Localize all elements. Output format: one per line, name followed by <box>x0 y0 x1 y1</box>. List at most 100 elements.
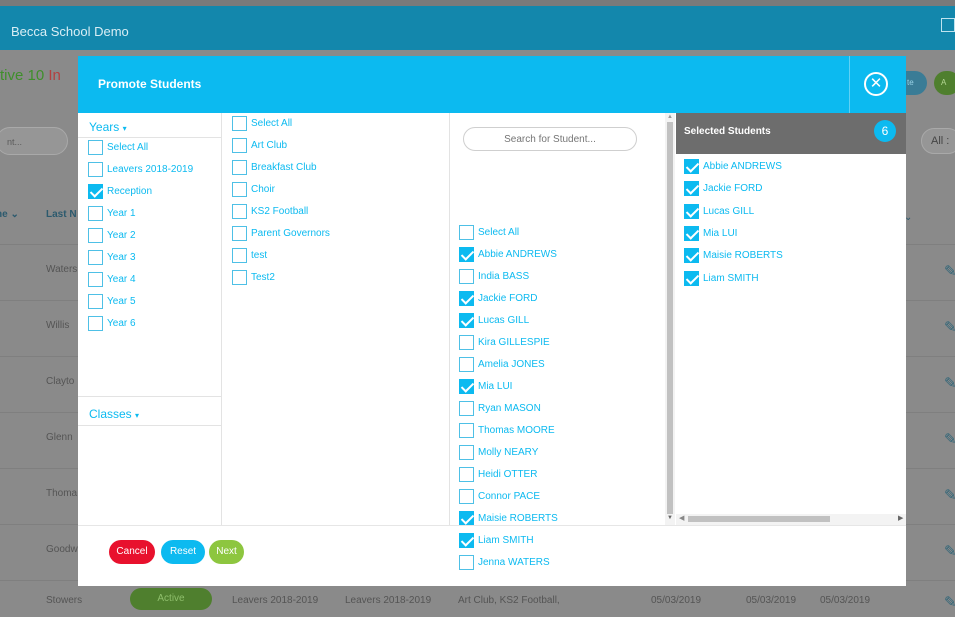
student-option[interactable]: Molly NEARY <box>459 445 538 460</box>
group-option[interactable]: Select All <box>232 116 292 131</box>
student-option[interactable]: Lucas GILL <box>459 313 529 328</box>
checkbox-icon[interactable] <box>232 160 247 175</box>
scrollbar-thumb[interactable] <box>688 516 830 522</box>
selected-student-option[interactable]: Lucas GILL <box>684 203 754 219</box>
group-option[interactable]: KS2 Football <box>232 204 308 219</box>
column-header-first-name[interactable]: ne ⌄ <box>0 209 19 220</box>
students-scrollbar[interactable]: ▲ ▼ <box>665 113 675 525</box>
checkbox-icon[interactable] <box>459 335 474 350</box>
scroll-right-icon[interactable]: ▶ <box>898 514 903 522</box>
checkbox-icon[interactable] <box>232 182 247 197</box>
checkbox-icon[interactable] <box>459 423 474 438</box>
cancel-button[interactable]: Cancel <box>109 540 155 564</box>
scroll-left-icon[interactable]: ◀ <box>679 514 684 522</box>
checkbox-icon[interactable] <box>459 445 474 460</box>
checkbox-icon[interactable] <box>232 270 247 285</box>
group-option[interactable]: Test2 <box>232 270 275 285</box>
student-option[interactable]: Select All <box>459 225 519 240</box>
classes-dropdown-toggle[interactable]: Classes ▾ <box>89 407 139 421</box>
selected-horizontal-scrollbar[interactable]: ◀ ▶ <box>676 514 906 525</box>
checkbox-icon[interactable] <box>88 316 103 331</box>
student-option[interactable]: India BASS <box>459 269 529 284</box>
pencil-icon[interactable]: ✎ <box>944 374 955 392</box>
year-option[interactable]: Year 6 <box>88 316 136 331</box>
checkbox-icon[interactable] <box>232 116 247 131</box>
scrollbar-thumb[interactable] <box>667 122 673 514</box>
checkbox-checked-icon[interactable] <box>684 270 699 286</box>
checkbox-icon[interactable] <box>88 228 103 243</box>
group-option[interactable]: test <box>232 248 267 263</box>
background-search-input[interactable]: nt... <box>0 127 68 155</box>
mail-icon[interactable] <box>941 18 955 32</box>
checkbox-icon[interactable] <box>459 401 474 416</box>
student-option[interactable]: Jackie FORD <box>459 291 537 306</box>
checkbox-icon[interactable] <box>88 140 103 155</box>
checkbox-checked-icon[interactable] <box>684 181 699 197</box>
checkbox-icon[interactable] <box>459 225 474 240</box>
pencil-icon[interactable]: ✎ <box>944 542 955 560</box>
years-dropdown-toggle[interactable]: Years ▾ <box>89 120 127 134</box>
checkbox-checked-icon[interactable] <box>459 511 474 526</box>
scroll-down-icon[interactable]: ▼ <box>667 515 673 521</box>
checkbox-icon[interactable] <box>459 489 474 504</box>
group-option[interactable]: Art Club <box>232 138 287 153</box>
checkbox-checked-icon[interactable] <box>459 247 474 262</box>
year-option[interactable]: Reception <box>88 184 152 199</box>
student-option[interactable]: Maisie ROBERTS <box>459 511 558 526</box>
selected-student-option[interactable]: Liam SMITH <box>684 270 759 286</box>
checkbox-icon[interactable] <box>232 226 247 241</box>
year-option[interactable]: Year 5 <box>88 294 136 309</box>
pencil-icon[interactable]: ✎ <box>944 262 955 280</box>
reset-button[interactable]: Reset <box>161 540 205 564</box>
pencil-icon[interactable]: ✎ <box>944 486 955 504</box>
checkbox-icon[interactable] <box>88 294 103 309</box>
scroll-up-icon[interactable]: ▲ <box>667 114 673 120</box>
next-button[interactable]: Next <box>209 540 244 564</box>
student-option[interactable]: Amelia JONES <box>459 357 545 372</box>
student-option[interactable]: Mia LUI <box>459 379 512 394</box>
selected-student-option[interactable]: Mia LUI <box>684 225 737 241</box>
year-option[interactable]: Year 3 <box>88 250 136 265</box>
student-option[interactable]: Heidi OTTER <box>459 467 537 482</box>
student-option[interactable]: Ryan MASON <box>459 401 541 416</box>
checkbox-icon[interactable] <box>232 138 247 153</box>
checkbox-icon[interactable] <box>459 357 474 372</box>
student-option[interactable]: Thomas MOORE <box>459 423 555 438</box>
student-option[interactable]: Connor PACE <box>459 489 540 504</box>
checkbox-icon[interactable] <box>88 162 103 177</box>
year-option[interactable]: Year 2 <box>88 228 136 243</box>
student-option[interactable]: Abbie ANDREWS <box>459 247 557 262</box>
checkbox-checked-icon[interactable] <box>88 184 103 199</box>
checkbox-checked-icon[interactable] <box>684 225 699 241</box>
checkbox-icon[interactable] <box>232 248 247 263</box>
student-option[interactable]: Kira GILLESPIE <box>459 335 550 350</box>
close-icon[interactable]: ✕ <box>864 72 888 96</box>
checkbox-checked-icon[interactable] <box>459 291 474 306</box>
student-search-input[interactable] <box>463 127 637 151</box>
checkbox-icon[interactable] <box>232 204 247 219</box>
pencil-icon[interactable]: ✎ <box>944 318 955 336</box>
year-option[interactable]: Select All <box>88 140 148 155</box>
selected-student-option[interactable]: Jackie FORD <box>684 181 762 197</box>
checkbox-checked-icon[interactable] <box>684 159 699 174</box>
checkbox-checked-icon[interactable] <box>459 313 474 328</box>
group-option[interactable]: Parent Governors <box>232 226 330 241</box>
year-option[interactable]: Leavers 2018-2019 <box>88 162 193 177</box>
column-header-last-name[interactable]: Last N <box>46 209 77 220</box>
background-add-button[interactable]: A <box>934 71 955 95</box>
checkbox-icon[interactable] <box>88 272 103 287</box>
checkbox-icon[interactable] <box>88 206 103 221</box>
checkbox-checked-icon[interactable] <box>684 248 699 264</box>
selected-student-option[interactable]: Abbie ANDREWS <box>684 159 782 174</box>
checkbox-icon[interactable] <box>459 269 474 284</box>
group-option[interactable]: Breakfast Club <box>232 160 317 175</box>
selected-student-option[interactable]: Maisie ROBERTS <box>684 248 783 264</box>
year-option[interactable]: Year 1 <box>88 206 136 221</box>
group-option[interactable]: Choir <box>232 182 275 197</box>
checkbox-icon[interactable] <box>88 250 103 265</box>
background-all-filter[interactable]: All : <box>921 128 955 154</box>
checkbox-checked-icon[interactable] <box>684 203 699 219</box>
year-option[interactable]: Year 4 <box>88 272 136 287</box>
checkbox-icon[interactable] <box>459 467 474 482</box>
pencil-icon[interactable]: ✎ <box>944 430 955 448</box>
